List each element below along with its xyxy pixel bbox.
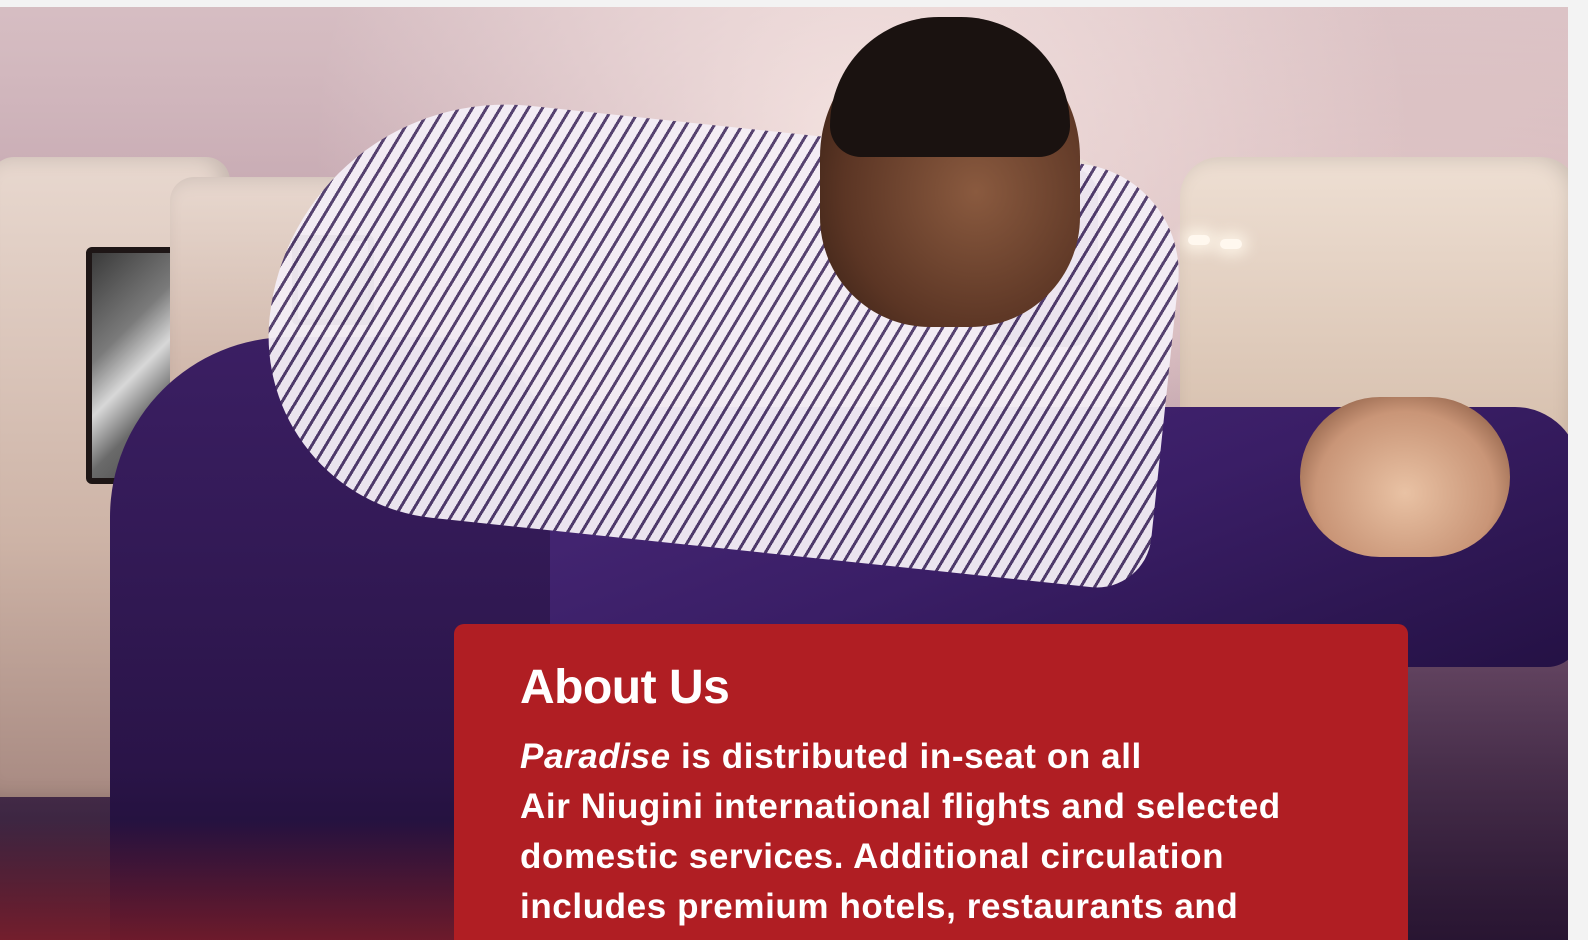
reading-lamp [1220, 239, 1242, 249]
floor-glow [0, 820, 470, 940]
description-text: Air Niugini international flights and se… [520, 787, 1281, 926]
about-us-description: Paradise is distributed in-seat on all Ai… [520, 732, 1342, 932]
description-first-line: is distributed in-seat on all [670, 737, 1142, 776]
about-us-card: About Us Paradise is distributed in-seat… [454, 624, 1408, 940]
page: About Us Paradise is distributed in-seat… [0, 0, 1588, 940]
about-us-title: About Us [520, 661, 730, 714]
publication-name: Paradise [520, 737, 671, 776]
reading-lamp [1188, 235, 1210, 245]
sleeping-passenger [1300, 397, 1510, 557]
